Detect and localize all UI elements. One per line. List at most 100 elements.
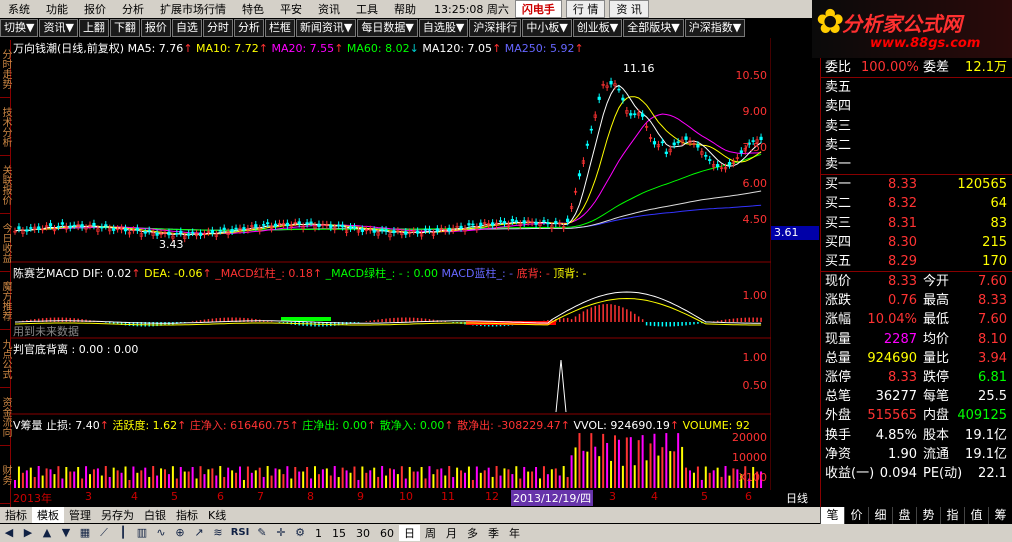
menu-news[interactable]: 资讯 — [310, 1, 348, 17]
toolbar-my-stocks[interactable]: 自选股▼ — [418, 19, 469, 37]
toolbar-quote[interactable]: 报价 — [140, 19, 171, 37]
buy-volume: 170 — [982, 253, 1007, 269]
period-60min[interactable]: 60 — [375, 527, 399, 540]
date-label: 2013年 — [13, 492, 52, 505]
candle-body — [510, 219, 514, 222]
quote-button[interactable]: 行 情 — [565, 0, 606, 18]
stat-value: 3.94 — [978, 350, 1007, 366]
sell-row: 卖二 — [821, 136, 1012, 155]
line-chart-icon[interactable]: ⟋ — [95, 525, 113, 541]
arrow-right-icon[interactable]: ▶ — [19, 525, 37, 541]
toolbar-daily-data[interactable]: 每日数据▼ — [357, 19, 418, 37]
kline-chart-area[interactable]: 万向钱潮(日线,前复权) MA5: 7.76↑ MA10: 7.72↑ MA20… — [11, 38, 771, 508]
arrow-down-icon[interactable]: ▼ — [57, 525, 75, 541]
rsi-icon[interactable]: RSI — [228, 525, 252, 541]
side-tab-finance[interactable]: 财务 — [0, 446, 11, 504]
toolbar-ranking[interactable]: 沪深排行 — [469, 19, 522, 37]
tab-trend[interactable]: 势 — [916, 507, 940, 524]
info-button[interactable]: 资 讯 — [609, 0, 649, 18]
bottom-tab-indicator-2[interactable]: 指标 — [171, 507, 203, 523]
tab-orderbook[interactable]: 盘 — [892, 507, 916, 524]
toolbar-frame[interactable]: 栏框 — [264, 19, 295, 37]
bottom-tab-silver[interactable]: 白银 — [139, 507, 171, 523]
candle-body — [664, 151, 668, 154]
period-year[interactable]: 年 — [504, 525, 525, 541]
arrow-up-icon[interactable]: ▲ — [38, 525, 56, 541]
toolbar-news[interactable]: 新闻资讯▼ — [295, 19, 357, 37]
tab-chips[interactable]: 筹 — [988, 507, 1012, 524]
grid-icon[interactable]: ▦ — [76, 525, 94, 541]
tab-detail[interactable]: 细 — [868, 507, 892, 524]
menu-help[interactable]: 帮助 — [386, 1, 424, 17]
menu-extended-market[interactable]: 扩展市场行情 — [152, 1, 234, 17]
toolbar-all-sectors[interactable]: 全部版块▼ — [623, 19, 684, 37]
toolbar-page-up[interactable]: 上翻 — [78, 19, 109, 37]
toolbar-switch[interactable]: 切换▼ — [0, 19, 39, 37]
bottom-tab-manage[interactable]: 管理 — [64, 507, 96, 523]
bottom-tab-template[interactable]: 模板 — [32, 507, 64, 523]
toolbar-sme-board[interactable]: 中小板▼ — [522, 19, 572, 37]
candle-body — [384, 229, 388, 232]
menu-analysis[interactable]: 分析 — [114, 1, 152, 17]
period-quarter[interactable]: 季 — [483, 525, 504, 541]
stat-value: 8.10 — [978, 331, 1007, 347]
period-multi[interactable]: 多 — [462, 525, 483, 541]
toolbar-watchlist[interactable]: 自选 — [171, 19, 202, 37]
menu-quote[interactable]: 报价 — [76, 1, 114, 17]
trend-icon[interactable]: ↗ — [190, 525, 208, 541]
toolbar-index[interactable]: 沪深指数▼ — [684, 19, 746, 37]
menu-special[interactable]: 特色 — [234, 1, 272, 17]
zoom-icon[interactable]: ⊕ — [171, 525, 189, 541]
candle-body — [337, 224, 341, 227]
period-15min[interactable]: 15 — [327, 527, 351, 540]
menu-function[interactable]: 功能 — [38, 1, 76, 17]
toolbar-info[interactable]: 资讯▼ — [39, 19, 78, 37]
flash-trade-button[interactable]: 闪电手 — [514, 0, 562, 18]
side-tab-formula[interactable]: 九点公式 — [0, 330, 11, 388]
bar-icon[interactable]: ▥ — [133, 525, 151, 541]
side-tab-today-earnings[interactable]: 今日收益 — [0, 214, 11, 272]
tab-ticks[interactable]: 笔 — [820, 507, 844, 524]
candle-body — [285, 222, 289, 227]
side-tab-related-quote[interactable]: 关联报价 — [0, 156, 11, 214]
period-month[interactable]: 月 — [441, 525, 462, 541]
side-tab-technical[interactable]: 技术分析 — [0, 98, 11, 156]
macd-icon[interactable]: ≋ — [209, 525, 227, 541]
candle-body — [447, 227, 451, 232]
candle-body — [727, 162, 732, 166]
macd-dif-line — [14, 291, 762, 324]
buy-row: 买三 8.31 83 — [821, 214, 1012, 233]
period-30min[interactable]: 30 — [351, 527, 375, 540]
date-label: 6 — [217, 490, 224, 503]
crosshair-icon[interactable]: ✛ — [272, 525, 290, 541]
toolbar-analysis[interactable]: 分析 — [233, 19, 264, 37]
period-1min[interactable]: 1 — [310, 527, 327, 540]
settings-icon[interactable]: ⚙ — [291, 525, 309, 541]
wave-icon[interactable]: ∿ — [152, 525, 170, 541]
tab-value[interactable]: 值 — [964, 507, 988, 524]
period-day[interactable]: 日 — [399, 525, 420, 541]
y-tick-600: 6.00 — [742, 177, 768, 190]
draw-icon[interactable]: ✎ — [253, 525, 271, 541]
side-tab-recommend[interactable]: 魔方推荐 — [0, 272, 11, 330]
ma-line — [14, 84, 762, 236]
vol-y-tick-10000: 10000 — [732, 451, 767, 464]
toolbar-gem-board[interactable]: 创业板▼ — [572, 19, 623, 37]
candle-body — [684, 136, 688, 140]
menu-tools[interactable]: 工具 — [348, 1, 386, 17]
sell-label: 卖四 — [825, 99, 852, 115]
tab-index[interactable]: 指 — [940, 507, 964, 524]
toolbar-page-down[interactable]: 下翻 — [109, 19, 140, 37]
bottom-tab-indicator[interactable]: 指标 — [0, 507, 32, 523]
arrow-left-icon[interactable]: ◀ — [0, 525, 18, 541]
tab-price[interactable]: 价 — [844, 507, 868, 524]
period-week[interactable]: 周 — [420, 525, 441, 541]
toolbar-intraday[interactable]: 分时 — [202, 19, 233, 37]
bottom-tab-save-as[interactable]: 另存为 — [96, 507, 139, 523]
side-tab-capital-flow[interactable]: 资金流向 — [0, 388, 11, 446]
menu-system[interactable]: 系统 — [0, 1, 38, 17]
menu-pingan[interactable]: 平安 — [272, 1, 310, 17]
candle-icon[interactable]: ┃ — [114, 525, 132, 541]
bottom-tab-kline[interactable]: K线 — [203, 507, 231, 523]
side-tab-intraday[interactable]: 分时走势 — [0, 40, 11, 98]
